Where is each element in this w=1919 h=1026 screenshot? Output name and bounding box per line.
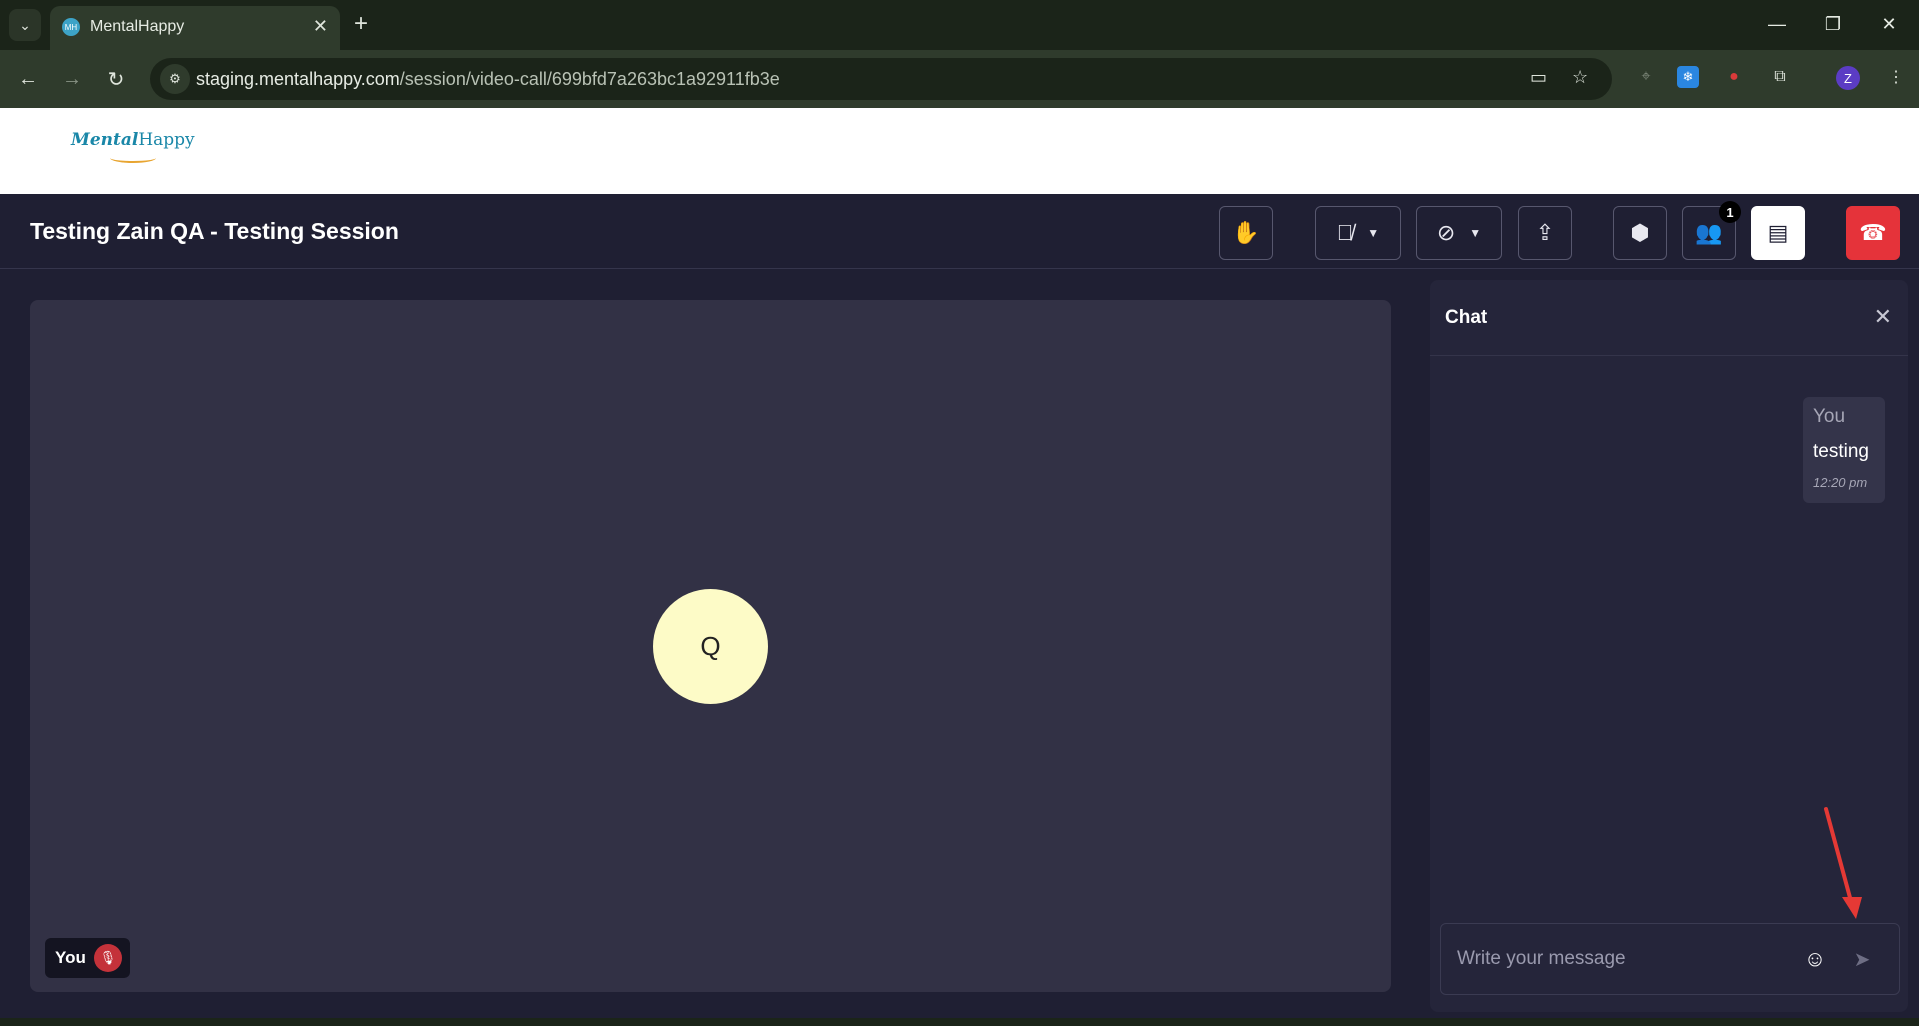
url-text[interactable]: staging.mentalhappy.com/session/video-ca…	[196, 69, 780, 90]
bottom-strip	[0, 1018, 1919, 1026]
camera-toggle-button[interactable]: ⊘ ▼	[1416, 206, 1502, 260]
profile-avatar[interactable]: Z	[1836, 66, 1860, 90]
extension-red-icon[interactable]: ●	[1720, 63, 1748, 91]
chat-message: You testing 12:20 pm	[1803, 397, 1885, 503]
browser-menu-icon[interactable]: ⋮	[1882, 63, 1910, 91]
logo-smile-icon	[110, 153, 156, 163]
reload-icon[interactable]: ↻	[100, 63, 132, 95]
raise-hand-button[interactable]: ✋	[1219, 206, 1273, 260]
send-icon[interactable]: ➤	[1848, 945, 1876, 973]
new-tab-plus-icon[interactable]: +	[354, 10, 368, 38]
back-arrow-icon[interactable]: ←	[12, 63, 44, 95]
camera-off-icon: ⊘	[1436, 220, 1456, 245]
tab-list-chevron-icon[interactable]: ⌄	[9, 9, 41, 41]
address-bar[interactable]: ⚙ staging.mentalhappy.com/session/video-…	[150, 58, 1612, 100]
self-label-text: You	[55, 948, 86, 967]
mentalhappy-logo[interactable]: MentalHappy	[71, 130, 195, 150]
extension-crosshair-icon[interactable]: ⌖	[1632, 63, 1660, 91]
url-host: staging.mentalhappy.com	[196, 69, 400, 89]
mic-muted-icon: 🎙	[93, 944, 122, 972]
tab-title: MentalHappy	[90, 18, 185, 35]
message-text: testing	[1813, 441, 1869, 462]
participants-button[interactable]: 👥 1	[1682, 201, 1741, 260]
url-path: /session/video-call/699bfd7a263bc1a92911…	[399, 69, 780, 89]
chat-header: Chat ✕	[1430, 280, 1908, 356]
participants-icon: 👥	[1695, 220, 1723, 245]
annotation-arrow-icon	[1824, 807, 1862, 919]
window-close-icon[interactable]: ✕	[1866, 8, 1912, 40]
chevron-down-icon[interactable]: ▼	[1367, 226, 1379, 240]
microphone-toggle-button[interactable]: 🎙̸ ▼	[1315, 206, 1401, 260]
emoji-icon[interactable]: ☺	[1801, 945, 1829, 973]
share-screen-button[interactable]: ⇪	[1518, 206, 1572, 260]
chat-close-icon[interactable]: ✕	[1874, 304, 1892, 330]
chat-message-input[interactable]	[1457, 944, 1787, 974]
share-screen-icon: ⇪	[1535, 220, 1555, 245]
message-sender: You	[1813, 406, 1846, 427]
browser-tab-bar: ⌄ MH MentalHappy ✕ + — ❐ ✕	[0, 0, 1919, 50]
app-header: MentalHappy	[0, 108, 1919, 194]
forward-arrow-icon[interactable]: →	[56, 63, 88, 95]
message-time: 12:20 pm	[1813, 475, 1868, 490]
chat-toggle-button[interactable]: ▤	[1751, 206, 1805, 260]
video-stage: Q You 🎙	[30, 300, 1391, 992]
tab-close-icon[interactable]: ✕	[313, 16, 328, 37]
participants-count-badge: 1	[1719, 201, 1741, 223]
self-tile-label: You 🎙	[45, 938, 130, 978]
logo-secondary: Happy	[138, 130, 195, 150]
session-title: Testing Zain QA - Testing Session	[30, 218, 399, 244]
minimize-icon[interactable]: —	[1754, 8, 1800, 40]
participant-avatar: Q	[653, 589, 768, 704]
chevron-down-icon[interactable]: ▼	[1469, 226, 1481, 240]
chat-title: Chat	[1445, 307, 1488, 328]
browser-toolbar: ← → ↻ ⚙ staging.mentalhappy.com/session/…	[0, 50, 1919, 108]
extension-snowflake-icon[interactable]: ❄	[1677, 66, 1699, 88]
activities-button[interactable]: ⬢	[1613, 206, 1667, 260]
chat-composer: ☺ ➤	[1440, 923, 1900, 995]
extensions-puzzle-icon[interactable]: ⧉	[1766, 63, 1794, 91]
raise-hand-icon: ✋	[1232, 220, 1260, 245]
site-info-icon[interactable]: ⚙	[160, 64, 190, 94]
microphone-off-icon: 🎙̸	[1336, 220, 1354, 245]
card-icon[interactable]: ▭	[1530, 67, 1547, 88]
browser-tab[interactable]: MH MentalHappy ✕	[50, 6, 340, 50]
session-control-bar: Testing Zain QA - Testing Session ✋ 🎙̸ ▼ …	[0, 194, 1919, 269]
favicon-icon: MH	[62, 18, 80, 36]
end-call-button[interactable]: ☎	[1846, 206, 1900, 260]
bookmark-star-icon[interactable]: ☆	[1572, 67, 1588, 88]
hang-up-phone-icon: ☎	[1859, 220, 1887, 245]
logo-primary: Mental	[71, 130, 139, 150]
cube-icon: ⬢	[1630, 220, 1650, 245]
chat-bubble-icon: ▤	[1767, 220, 1789, 245]
restore-icon[interactable]: ❐	[1810, 8, 1856, 40]
